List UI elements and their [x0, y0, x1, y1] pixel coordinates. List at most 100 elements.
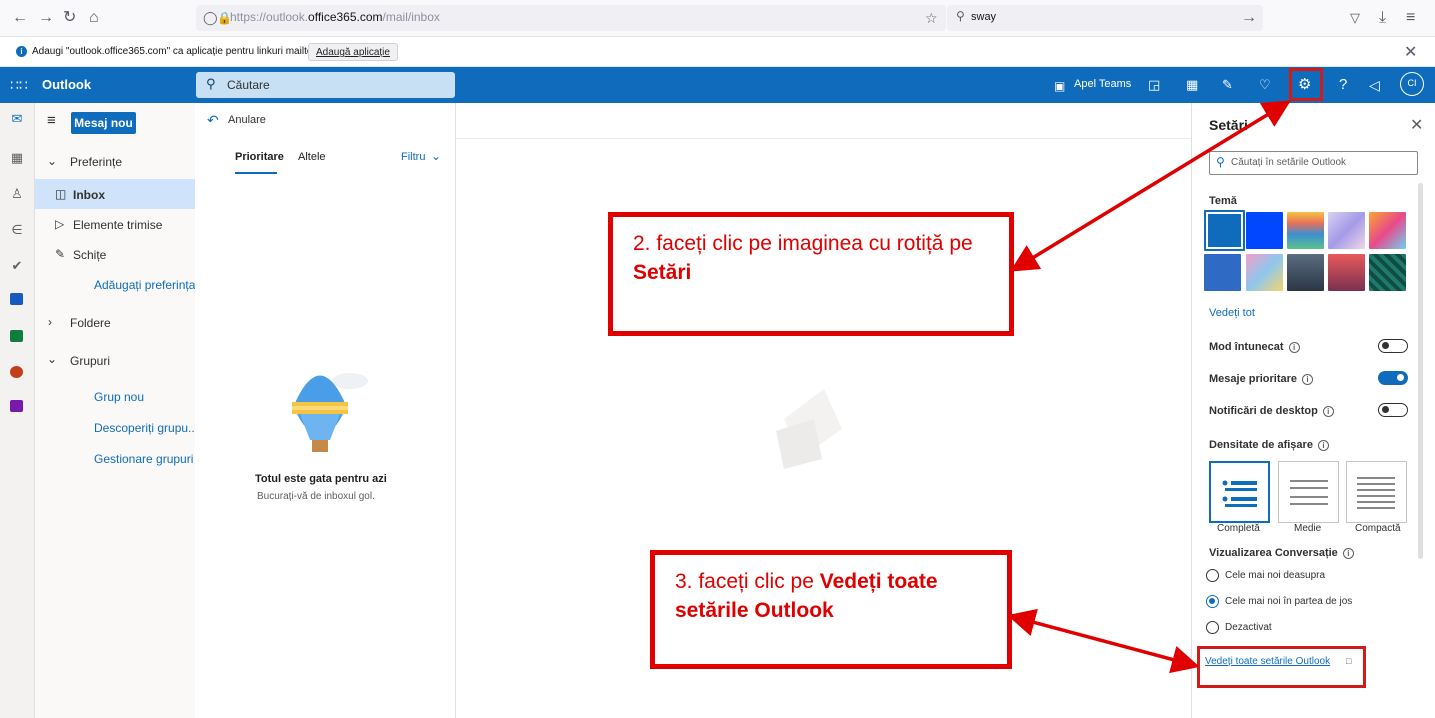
- step2-callout: 2. faceți clic pe imaginea cu rotiță pe …: [608, 212, 1014, 336]
- people-icon[interactable]: ♙: [9, 186, 25, 202]
- mail-icon[interactable]: ✉: [9, 111, 25, 127]
- chevron-right-icon[interactable]: ›: [48, 314, 52, 330]
- density-compact-option[interactable]: [1346, 461, 1407, 523]
- reload-icon[interactable]: ↻: [63, 9, 76, 27]
- balloon-illustration: [292, 373, 368, 452]
- meet-now-icon[interactable]: ◲: [1148, 76, 1160, 94]
- app-rail: ✉ ▦ ♙ ∈ ✔: [0, 103, 35, 718]
- browser-search-input[interactable]: ⚲ sway: [947, 5, 1263, 31]
- add-app-button[interactable]: Adaugă aplicație: [308, 43, 398, 61]
- sent-items-folder[interactable]: Elemente trimise: [73, 217, 162, 233]
- info-icon[interactable]: i: [1302, 373, 1314, 385]
- step3-text: 3. faceți clic pe: [675, 570, 820, 593]
- dark-mode-toggle[interactable]: [1378, 339, 1408, 353]
- desktop-notifications-toggle[interactable]: [1378, 403, 1408, 417]
- message-list: ↶ Anulare Prioritare Altele Filtru ⌄ Tot…: [195, 103, 456, 718]
- undo-button[interactable]: Anulare: [228, 114, 266, 126]
- app-launcher-icon[interactable]: ∷∷: [10, 76, 28, 94]
- info-icon[interactable]: i: [1288, 341, 1300, 353]
- inbox-label[interactable]: Inbox: [73, 187, 105, 203]
- excel-icon[interactable]: [10, 330, 23, 342]
- theme-blue-selected[interactable]: [1204, 210, 1245, 251]
- search-placeholder: Căutare: [227, 78, 270, 92]
- theme-circuit-green[interactable]: [1369, 254, 1406, 291]
- onenote-feed-icon[interactable]: ▦: [1186, 76, 1198, 94]
- theme-colorful[interactable]: [1369, 212, 1406, 249]
- empty-state-title: Totul este gata pentru azi: [255, 473, 387, 485]
- shield-icon[interactable]: ◯: [203, 9, 218, 27]
- favorites-header[interactable]: Preferințe: [70, 154, 122, 170]
- conv-newest-bottom-label[interactable]: Cele mai noi în partea de jos: [1225, 596, 1352, 607]
- conv-off-radio[interactable]: [1206, 621, 1219, 634]
- forward-icon[interactable]: →: [38, 9, 54, 27]
- info-icon[interactable]: i: [1317, 439, 1329, 451]
- step2-bold: Setări: [633, 261, 692, 284]
- word-icon[interactable]: [10, 293, 23, 305]
- calendar-icon[interactable]: ▦: [9, 150, 25, 166]
- browser-toolbar: ← → ↻ ⌂ ◯ 🔒 https://outlook.office365.co…: [0, 0, 1435, 37]
- density-full-option[interactable]: [1209, 461, 1270, 523]
- new-group-link[interactable]: Grup nou: [94, 389, 144, 405]
- onenote-icon[interactable]: [10, 400, 23, 412]
- desktop-notifications-label: Notificări de desktop: [1209, 405, 1318, 417]
- theme-pastel[interactable]: [1246, 254, 1283, 291]
- close-icon[interactable]: ✕: [1410, 115, 1423, 135]
- search-go-icon[interactable]: →: [1241, 9, 1257, 27]
- back-icon[interactable]: ←: [12, 9, 28, 27]
- tab-other[interactable]: Altele: [298, 151, 326, 163]
- info-icon[interactable]: i: [1342, 547, 1354, 559]
- theme-sunset[interactable]: [1328, 254, 1365, 291]
- theme-stripes[interactable]: [1287, 212, 1324, 249]
- chevron-down-icon[interactable]: ⌄: [47, 153, 57, 169]
- download-icon[interactable]: ⤓: [1379, 9, 1386, 27]
- groups-header[interactable]: Grupuri: [70, 353, 110, 369]
- conv-newest-top-label[interactable]: Cele mai noi deasupra: [1225, 570, 1325, 581]
- mail-search-input[interactable]: ⚲ Căutare: [196, 72, 455, 98]
- focused-inbox-toggle[interactable]: [1378, 371, 1408, 385]
- add-favorite-link[interactable]: Adăugați preferința: [94, 277, 195, 293]
- active-tab-indicator: [235, 172, 277, 174]
- teams-call-button[interactable]: Apel Teams: [1074, 78, 1131, 90]
- app-name[interactable]: Outlook: [42, 77, 91, 92]
- settings-scrollbar[interactable]: [1418, 183, 1423, 559]
- tab-focused[interactable]: Prioritare: [235, 151, 284, 163]
- filter-button[interactable]: Filtru: [401, 151, 425, 163]
- bookmark-star-icon[interactable]: ☆: [925, 9, 938, 27]
- envelope-illustration: [776, 389, 842, 469]
- new-message-button[interactable]: Mesaj nou: [71, 112, 136, 134]
- chevron-down-icon[interactable]: ⌄: [431, 149, 441, 163]
- drafts-folder[interactable]: Schițe: [73, 247, 106, 263]
- theme-bright-blue[interactable]: [1246, 212, 1283, 249]
- hamburger-icon[interactable]: ≡: [47, 113, 56, 129]
- manage-groups-link[interactable]: Gestionare grupuri: [94, 451, 193, 467]
- menu-icon[interactable]: ≡: [1406, 9, 1415, 27]
- attachment-icon[interactable]: ∈: [9, 222, 25, 238]
- density-medium-option[interactable]: [1278, 461, 1339, 523]
- dark-mode-label: Mod întunecat: [1209, 341, 1284, 353]
- powerpoint-icon[interactable]: [10, 366, 23, 378]
- info-icon[interactable]: i: [1322, 405, 1334, 417]
- todo-icon[interactable]: ✔: [9, 258, 25, 274]
- conv-newest-bottom-radio[interactable]: [1206, 595, 1219, 608]
- focused-inbox-label: Mesaje prioritare: [1209, 373, 1298, 385]
- my-day-icon[interactable]: ✎: [1222, 76, 1233, 94]
- close-icon[interactable]: ✕: [1404, 42, 1417, 62]
- settings-search-input[interactable]: ⚲ Căutați în setările Outlook: [1209, 151, 1418, 175]
- pocket-icon[interactable]: ▽: [1350, 9, 1360, 27]
- discover-groups-link[interactable]: Descoperiți grupu...: [94, 420, 198, 436]
- folders-header[interactable]: Foldere: [70, 315, 111, 331]
- chevron-down-icon[interactable]: ⌄: [47, 351, 57, 367]
- home-icon[interactable]: ⌂: [89, 9, 99, 27]
- teams-video-icon[interactable]: ▣: [1054, 77, 1065, 95]
- theme-circuit-blue[interactable]: [1204, 254, 1241, 291]
- theme-lavender[interactable]: [1328, 212, 1365, 249]
- avatar[interactable]: CI: [1400, 72, 1424, 96]
- feedback-icon[interactable]: ◁: [1369, 76, 1380, 94]
- help-icon[interactable]: ?: [1339, 76, 1347, 94]
- view-all-themes-link[interactable]: Vedeți tot: [1209, 307, 1255, 319]
- conv-newest-top-radio[interactable]: [1206, 569, 1219, 582]
- conv-off-label[interactable]: Dezactivat: [1225, 622, 1272, 633]
- theme-road[interactable]: [1287, 254, 1324, 291]
- pencil-icon: ✎: [55, 247, 66, 261]
- bell-icon[interactable]: ♡: [1259, 76, 1271, 94]
